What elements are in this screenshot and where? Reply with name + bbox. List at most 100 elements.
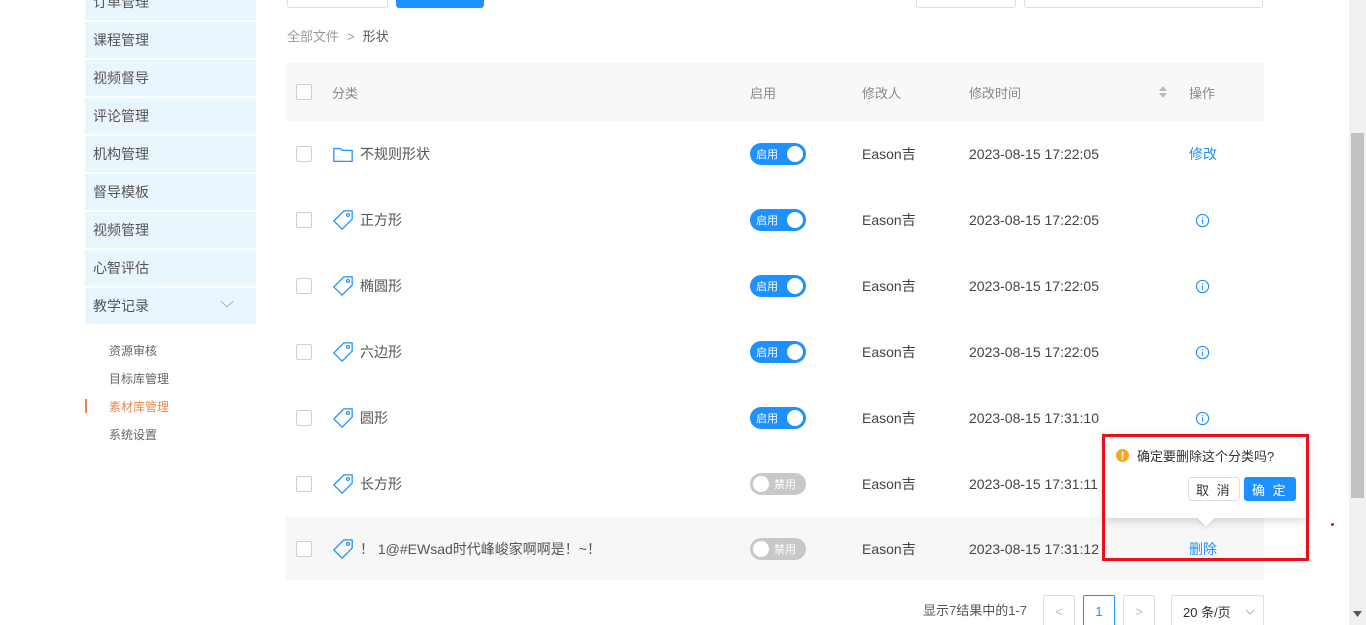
- enable-toggle[interactable]: 启用: [750, 275, 806, 297]
- select-all-checkbox[interactable]: [296, 84, 312, 100]
- row-checkbox[interactable]: [296, 476, 312, 492]
- info-icon[interactable]: [1195, 279, 1210, 294]
- header-category: 分类: [332, 85, 359, 101]
- sidebar-item-supervision-templates[interactable]: 督导模板: [85, 174, 256, 210]
- folder-icon: [333, 147, 353, 162]
- header-check-cell: [296, 63, 312, 121]
- sidebar-item-orders[interactable]: 订单管理: [85, 0, 256, 20]
- edit-link[interactable]: 修改: [1189, 144, 1217, 164]
- info-icon[interactable]: [1195, 345, 1210, 360]
- row-check-cell: [296, 121, 312, 187]
- category-cell[interactable]: 长方形: [332, 451, 402, 517]
- table-row: 正方形 启用 Eason吉 2023-08-15 17:22:05: [286, 187, 1264, 253]
- modified-time-cell: 2023-08-15 17:22:05: [969, 344, 1099, 360]
- enable-toggle[interactable]: 禁用: [750, 473, 806, 495]
- scrollbar-thumb[interactable]: [1351, 133, 1364, 498]
- modified-time-cell: 2023-08-15 17:31:11: [969, 476, 1098, 492]
- sidebar-item-institutions[interactable]: 机构管理: [85, 136, 256, 172]
- highlight-frame: [1102, 434, 1309, 561]
- sidebar-item-teaching-records[interactable]: 教学记录: [85, 288, 256, 324]
- sidebar-item-label: 督导模板: [93, 184, 149, 200]
- sidebar-subitem-system-settings[interactable]: 系统设置: [85, 420, 256, 448]
- table-header: 分类 启用 修改人 修改时间 操作: [286, 63, 1264, 121]
- sidebar-item-label: 视频督导: [93, 70, 149, 86]
- sidebar-subitem-label: 素材库管理: [109, 399, 170, 414]
- category-name: 正方形: [360, 212, 402, 228]
- row-checkbox[interactable]: [296, 146, 312, 162]
- top-search-input[interactable]: [1024, 0, 1263, 8]
- table-row: 椭圆形 启用 Eason吉 2023-08-15 17:22:05: [286, 253, 1264, 319]
- info-icon[interactable]: [1195, 213, 1210, 228]
- toggle-label: 启用: [756, 413, 778, 425]
- row-checkbox[interactable]: [296, 540, 312, 557]
- row-checkbox[interactable]: [296, 278, 312, 294]
- category-cell[interactable]: 六边形: [332, 319, 402, 385]
- category-cell[interactable]: 椭圆形: [332, 253, 402, 319]
- top-select[interactable]: [916, 0, 1016, 8]
- scroll-down-arrow-icon[interactable]: [1353, 611, 1362, 617]
- top-button-primary[interactable]: [396, 0, 484, 8]
- chevron-down-icon: [1245, 609, 1255, 615]
- top-button-secondary[interactable]: [287, 0, 388, 8]
- sidebar-subitem-material-library[interactable]: 素材库管理: [85, 392, 256, 420]
- category-cell[interactable]: 不规则形状: [332, 121, 430, 187]
- row-checkbox[interactable]: [296, 212, 312, 228]
- enable-toggle[interactable]: 启用: [750, 143, 806, 165]
- prev-page-button[interactable]: <: [1043, 595, 1075, 625]
- tag-icon: [333, 408, 353, 428]
- breadcrumb-current: 形状: [362, 29, 389, 44]
- pagination-info: 显示7结果中的1-7: [923, 603, 1028, 618]
- toggle-label: 禁用: [774, 479, 796, 491]
- enable-toggle[interactable]: 启用: [750, 209, 806, 231]
- breadcrumb-root[interactable]: 全部文件: [287, 29, 339, 44]
- sidebar-item-mental-assessment[interactable]: 心智评估: [85, 250, 256, 286]
- switch-cell: 启用: [750, 385, 806, 451]
- switch-cell: 启用: [750, 187, 806, 253]
- row-check-cell: [296, 187, 312, 253]
- switch-cell: 禁用: [750, 451, 806, 517]
- sidebar-subitem-label: 系统设置: [109, 427, 158, 442]
- tag-icon: [333, 276, 353, 296]
- category-cell[interactable]: 正方形: [332, 187, 402, 253]
- enable-toggle[interactable]: 启用: [750, 341, 806, 363]
- info-icon[interactable]: [1195, 411, 1210, 426]
- sidebar-item-label: 评论管理: [93, 108, 149, 124]
- modified-time-cell: 2023-08-15 17:31:10: [969, 410, 1099, 426]
- sort-icon[interactable]: [1158, 84, 1168, 100]
- sidebar-subitem-resource-review[interactable]: 资源审核: [85, 336, 256, 364]
- modified-time-cell: 2023-08-15 17:22:05: [969, 146, 1099, 162]
- category-cell[interactable]: 圆形: [332, 385, 388, 451]
- page-1-button[interactable]: 1: [1083, 595, 1115, 625]
- page-size-select[interactable]: 20 条/页: [1171, 595, 1264, 625]
- sidebar-subitem-label: 目标库管理: [109, 371, 170, 386]
- action-cell: [1189, 187, 1210, 253]
- row-checkbox[interactable]: [296, 410, 312, 426]
- sidebar-subitem-target-library[interactable]: 目标库管理: [85, 364, 256, 392]
- sidebar-item-courses[interactable]: 课程管理: [85, 22, 256, 58]
- enable-toggle[interactable]: 启用: [750, 407, 806, 429]
- toggle-label: 禁用: [774, 543, 796, 556]
- enable-toggle[interactable]: 禁用: [750, 537, 806, 560]
- modifier-cell: Eason吉: [862, 410, 916, 426]
- row-check-cell: [296, 253, 312, 319]
- header-modified-time[interactable]: 修改时间: [969, 63, 1021, 121]
- sidebar: 订单管理 课程管理 视频督导 评论管理 机构管理 督导模板 视频管理 心智评估 …: [85, 0, 256, 448]
- modified-time-cell: 2023-08-15 17:22:05: [969, 278, 1099, 294]
- tag-icon: [333, 474, 353, 494]
- header-action: 操作: [1189, 85, 1216, 101]
- modifier-cell: Eason吉: [862, 344, 916, 360]
- sidebar-item-comments[interactable]: 评论管理: [85, 98, 256, 134]
- category-name: 不规则形状: [360, 146, 430, 162]
- sidebar-item-label: 心智评估: [93, 260, 149, 276]
- table-row: 六边形 启用 Eason吉 2023-08-15 17:22:05: [286, 319, 1264, 385]
- category-cell[interactable]: ！ 1@#EWsad时代峰峻家啊啊是！~！: [332, 517, 601, 580]
- header-modifier: 修改人: [862, 85, 902, 101]
- row-checkbox[interactable]: [296, 344, 312, 360]
- sidebar-item-video-supervision[interactable]: 视频督导: [85, 60, 256, 96]
- category-name: ！ 1@#EWsad时代峰峻家啊啊是！~！: [360, 540, 601, 557]
- breadcrumb-separator: >: [347, 29, 355, 44]
- next-page-button[interactable]: >: [1123, 595, 1155, 625]
- sidebar-item-videos[interactable]: 视频管理: [85, 212, 256, 248]
- page-size-label: 20 条/页: [1183, 604, 1231, 620]
- row-check-cell: [296, 451, 312, 517]
